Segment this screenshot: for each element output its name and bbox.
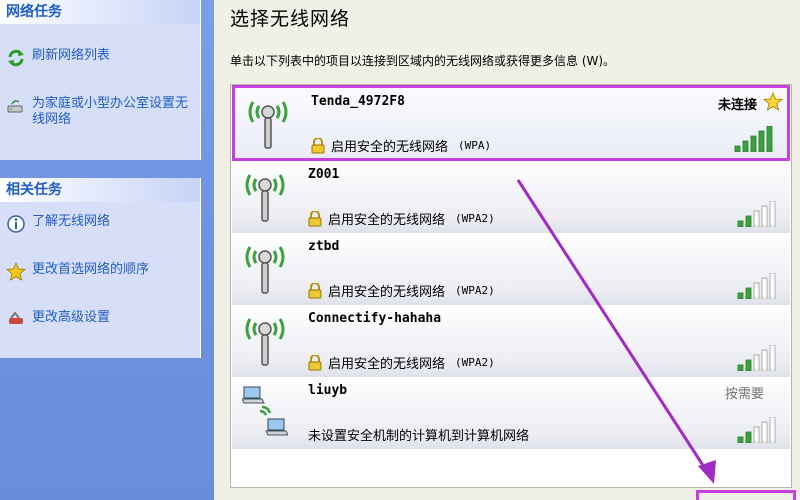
refresh-network-list-link[interactable]: 刷新网络列表 <box>6 48 110 68</box>
lock-icon <box>308 282 322 298</box>
setup-home-network-link[interactable]: 为家庭或小型办公室设置无线网络 <box>6 96 194 128</box>
signal-bar <box>737 436 744 443</box>
security-info: 启用安全的无线网络 (WPA2) <box>308 281 495 300</box>
signal-strength-icon <box>737 417 776 443</box>
signal-bar <box>742 140 749 152</box>
network-list: Tenda_4972F8 未连接 启用安全的无线网络 (WPA) Z001 启用… <box>230 84 792 488</box>
security-info: 启用安全的无线网络 (WPA2) <box>308 353 495 372</box>
network-item-liuyb[interactable]: liuyb 按需要 未设置安全机制的计算机到计算机网络 <box>232 377 790 449</box>
signal-bar <box>737 220 744 227</box>
annotation-highlight-box <box>696 490 796 500</box>
signal-bar <box>758 130 765 152</box>
change-advanced-settings-link[interactable]: 更改高级设置 <box>6 310 110 330</box>
signal-bar <box>769 345 776 371</box>
signal-bar <box>766 126 773 152</box>
refresh-icon <box>8 49 24 67</box>
signal-bar <box>753 426 760 443</box>
computer-to-computer-icon <box>242 386 288 436</box>
wireless-access-point-icon <box>248 101 288 149</box>
wireless-access-point-icon <box>245 246 285 294</box>
signal-strength-icon <box>734 126 773 152</box>
network-name: Connectify-hahaha <box>308 311 442 326</box>
connection-status: 未连接 <box>717 98 757 113</box>
lock-icon <box>308 354 322 370</box>
wireless-access-point-icon <box>245 318 285 366</box>
network-tasks-panel: 网络任务 刷新网络列表 为家庭或小型办公室设置无线网络 <box>0 0 201 160</box>
signal-bar <box>745 215 752 227</box>
preferred-star-icon <box>763 92 783 111</box>
signal-strength-icon <box>737 201 776 227</box>
signal-bar <box>761 421 768 443</box>
network-name: Tenda_4972F8 <box>311 94 405 109</box>
signal-bar <box>769 201 776 227</box>
security-protocol: (WPA2) <box>455 284 495 297</box>
settings-icon <box>9 311 23 324</box>
page-description: 单击以下列表中的项目以连接到区域内的无线网络或获得更多信息 (W)。 <box>230 54 616 68</box>
signal-strength-icon <box>737 345 776 371</box>
signal-bar <box>761 277 768 299</box>
change-preferred-order-label: 更改首选网络的顺序 <box>32 262 150 277</box>
signal-bar <box>753 282 760 299</box>
setup-home-network-label: 为家庭或小型办公室设置无线网络 <box>32 96 189 127</box>
security-label: 启用安全的无线网络 <box>328 285 446 300</box>
signal-bar <box>737 292 744 299</box>
network-name: ztbd <box>308 239 340 254</box>
related-tasks-header[interactable]: 相关任务 <box>0 178 200 202</box>
page-title: 选择无线网络 <box>230 8 351 30</box>
network-item-ztbd[interactable]: ztbd 启用安全的无线网络 (WPA2) <box>232 233 790 305</box>
signal-bar <box>761 349 768 371</box>
network-tasks-header[interactable]: 网络任务 <box>0 0 200 24</box>
security-label: 启用安全的无线网络 <box>328 213 446 228</box>
signal-strength-icon <box>737 273 776 299</box>
signal-bar <box>753 354 760 371</box>
connection-status: 按需要 <box>724 387 764 402</box>
lock-icon <box>308 210 322 226</box>
security-protocol: (WPA2) <box>455 212 495 225</box>
lock-icon <box>311 137 325 153</box>
signal-bar <box>753 210 760 227</box>
setup-network-icon <box>7 100 23 113</box>
signal-bar <box>761 205 768 227</box>
signal-bar <box>750 135 757 152</box>
network-name: liuyb <box>308 383 348 398</box>
signal-bar <box>745 359 752 371</box>
info-icon <box>7 215 25 233</box>
security-label: 启用安全的无线网络 <box>328 357 446 372</box>
security-info: 未设置安全机制的计算机到计算机网络 <box>308 425 529 444</box>
learn-wireless-link[interactable]: 了解无线网络 <box>6 214 110 234</box>
security-label: 启用安全的无线网络 <box>331 140 449 155</box>
security-protocol: (WPA2) <box>455 356 495 369</box>
security-label: 未设置安全机制的计算机到计算机网络 <box>308 429 530 444</box>
main-panel: 选择无线网络 单击以下列表中的项目以连接到区域内的无线网络或获得更多信息 (W)… <box>214 0 800 500</box>
network-item-z001[interactable]: Z001 启用安全的无线网络 (WPA2) <box>232 161 790 233</box>
signal-bar <box>769 417 776 443</box>
signal-bar <box>737 364 744 371</box>
security-protocol: (WPA) <box>458 139 492 152</box>
signal-bar <box>734 145 741 152</box>
network-name: Z001 <box>308 167 340 182</box>
star-icon <box>6 262 26 281</box>
security-info: 启用安全的无线网络 (WPA) <box>311 136 491 155</box>
signal-bar <box>745 287 752 299</box>
change-preferred-order-link[interactable]: 更改首选网络的顺序 <box>6 262 149 282</box>
related-tasks-panel: 相关任务 了解无线网络 更改首选网络的顺序 更改高级设置 <box>0 178 201 358</box>
wireless-access-point-icon <box>245 174 285 222</box>
network-item-connectify[interactable]: Connectify-hahaha 启用安全的无线网络 (WPA2) <box>232 305 790 377</box>
change-advanced-settings-label: 更改高级设置 <box>32 310 111 325</box>
signal-bar <box>745 431 752 443</box>
security-info: 启用安全的无线网络 (WPA2) <box>308 209 495 228</box>
network-item-tenda[interactable]: Tenda_4972F8 未连接 启用安全的无线网络 (WPA) <box>232 85 790 161</box>
signal-bar <box>769 273 776 299</box>
refresh-network-list-label: 刷新网络列表 <box>32 48 111 63</box>
task-pane: 网络任务 刷新网络列表 为家庭或小型办公室设置无线网络 相关任务 了解无线网络 … <box>0 0 214 500</box>
learn-wireless-label: 了解无线网络 <box>32 214 111 229</box>
